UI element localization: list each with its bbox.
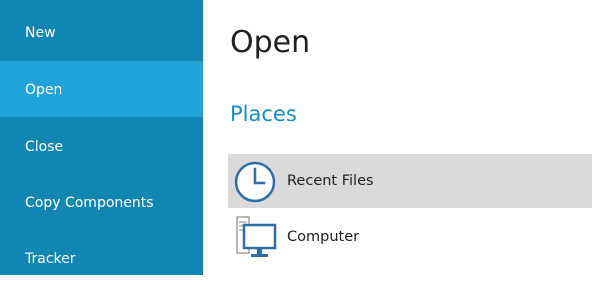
page-title: Open bbox=[230, 25, 311, 60]
section-title-places: Places bbox=[230, 102, 297, 126]
place-label: Computer bbox=[287, 229, 360, 245]
sidebar-item-open[interactable]: Open bbox=[0, 61, 203, 117]
clock-icon bbox=[233, 160, 277, 204]
sidebar-item-new[interactable]: New bbox=[0, 0, 203, 56]
sidebar-item-label: Open bbox=[25, 82, 63, 98]
place-label: Recent Files bbox=[287, 173, 374, 189]
sidebar-item-label: New bbox=[25, 25, 56, 41]
sidebar-item-label: Close bbox=[25, 139, 64, 155]
place-recent-files[interactable]: Recent Files bbox=[228, 154, 592, 208]
sidebar-item-label: Copy Components bbox=[25, 195, 154, 211]
place-computer[interactable]: Computer bbox=[228, 210, 592, 264]
backstage-sidebar: New Open Close Copy Components Tracker bbox=[0, 0, 203, 275]
sidebar-item-copy-components[interactable]: Copy Components bbox=[0, 173, 203, 229]
computer-icon bbox=[233, 216, 277, 260]
sidebar-item-close[interactable]: Close bbox=[0, 117, 203, 173]
sidebar-item-label: Tracker bbox=[25, 251, 76, 267]
open-panel: Open Places Recent Files Computer bbox=[203, 0, 592, 275]
sidebar-item-tracker[interactable]: Tracker bbox=[0, 229, 203, 285]
